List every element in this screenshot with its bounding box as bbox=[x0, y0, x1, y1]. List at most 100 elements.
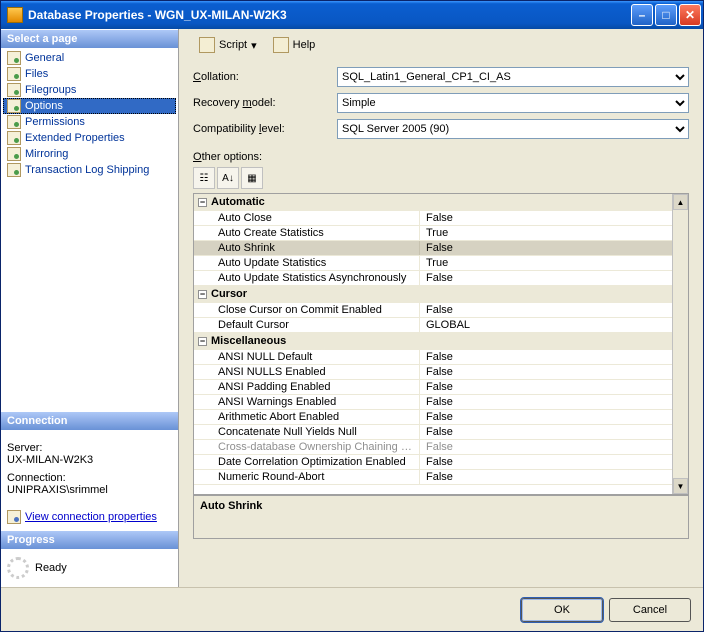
page-icon bbox=[7, 163, 21, 177]
property-row[interactable]: Numeric Round-AbortFalse bbox=[194, 470, 672, 485]
alphabetical-view-button[interactable]: A↓ bbox=[217, 167, 239, 189]
property-value[interactable]: False bbox=[420, 395, 672, 409]
collapse-icon[interactable]: − bbox=[198, 337, 207, 346]
minimize-button[interactable]: – bbox=[631, 4, 653, 26]
property-name: Auto Shrink bbox=[194, 241, 420, 255]
server-value: UX-MILAN-W2K3 bbox=[7, 454, 172, 466]
property-name: ANSI Padding Enabled bbox=[194, 380, 420, 394]
page-icon bbox=[7, 51, 21, 65]
window-title: Database Properties - WGN_UX-MILAN-W2K3 bbox=[28, 8, 287, 22]
sidebar-item-general[interactable]: General bbox=[3, 50, 176, 66]
sidebar-item-permissions[interactable]: Permissions bbox=[3, 114, 176, 130]
titlebar[interactable]: Database Properties - WGN_UX-MILAN-W2K3 … bbox=[1, 1, 703, 29]
right-panel: Script ▾ Help Collation: SQL_Latin1_Gene… bbox=[179, 29, 703, 587]
grid-view-toolbar: ☷ A↓ ▦ bbox=[179, 167, 703, 193]
property-name: Auto Close bbox=[194, 211, 420, 225]
sidebar-item-extended-properties[interactable]: Extended Properties bbox=[3, 130, 176, 146]
sidebar-item-filegroups[interactable]: Filegroups bbox=[3, 82, 176, 98]
property-row[interactable]: ANSI Warnings EnabledFalse bbox=[194, 395, 672, 410]
cancel-button[interactable]: Cancel bbox=[609, 598, 691, 622]
collation-select[interactable]: SQL_Latin1_General_CP1_CI_AS bbox=[337, 67, 689, 87]
compat-label: Compatibility level: bbox=[193, 123, 333, 135]
property-value[interactable]: True bbox=[420, 226, 672, 240]
progress-text: Ready bbox=[35, 562, 67, 574]
property-name: Date Correlation Optimization Enabled bbox=[194, 455, 420, 469]
close-button[interactable]: ✕ bbox=[679, 4, 701, 26]
property-value[interactable]: False bbox=[420, 440, 672, 454]
property-row[interactable]: Concatenate Null Yields NullFalse bbox=[194, 425, 672, 440]
property-name: Concatenate Null Yields Null bbox=[194, 425, 420, 439]
sidebar-item-options[interactable]: Options bbox=[3, 98, 176, 114]
category-label: Miscellaneous bbox=[211, 335, 286, 347]
sidebar-item-transaction-log-shipping[interactable]: Transaction Log Shipping bbox=[3, 162, 176, 178]
pages-header: Select a page bbox=[1, 29, 178, 48]
property-value[interactable]: False bbox=[420, 211, 672, 225]
sidebar-item-label: Extended Properties bbox=[25, 132, 125, 144]
property-row[interactable]: ANSI NULLS EnabledFalse bbox=[194, 365, 672, 380]
progress-body: Ready bbox=[1, 549, 178, 587]
scroll-up-button[interactable]: ▲ bbox=[673, 194, 688, 210]
property-value[interactable]: False bbox=[420, 410, 672, 424]
left-panel: Select a page GeneralFilesFilegroups Opti… bbox=[1, 29, 179, 587]
grid-scrollbar[interactable]: ▲ ▼ bbox=[672, 194, 688, 494]
property-value[interactable]: False bbox=[420, 271, 672, 285]
recovery-select[interactable]: Simple bbox=[337, 93, 689, 113]
property-row[interactable]: Default CursorGLOBAL bbox=[194, 318, 672, 333]
property-row[interactable]: Auto Update StatisticsTrue bbox=[194, 256, 672, 271]
property-value[interactable]: False bbox=[420, 350, 672, 364]
help-icon bbox=[273, 37, 289, 53]
progress-spinner-icon bbox=[7, 557, 29, 579]
property-value[interactable]: GLOBAL bbox=[420, 318, 672, 332]
property-row[interactable]: Auto Create StatisticsTrue bbox=[194, 226, 672, 241]
property-value[interactable]: False bbox=[420, 470, 672, 484]
script-button[interactable]: Script ▾ bbox=[195, 35, 261, 55]
scroll-down-button[interactable]: ▼ bbox=[673, 478, 688, 494]
category-label: Cursor bbox=[211, 288, 247, 300]
property-name: Default Cursor bbox=[194, 318, 420, 332]
maximize-button[interactable]: □ bbox=[655, 4, 677, 26]
property-row[interactable]: Auto ShrinkFalse bbox=[194, 241, 672, 256]
property-row[interactable]: Auto CloseFalse bbox=[194, 211, 672, 226]
property-grid-body[interactable]: −AutomaticAuto CloseFalseAuto Create Sta… bbox=[194, 194, 672, 494]
collapse-icon[interactable]: − bbox=[198, 290, 207, 299]
help-label: Help bbox=[293, 39, 316, 51]
category-cursor[interactable]: −Cursor bbox=[194, 286, 672, 303]
property-row[interactable]: Auto Update Statistics AsynchronouslyFal… bbox=[194, 271, 672, 286]
options-form: Collation: SQL_Latin1_General_CP1_CI_AS … bbox=[179, 61, 703, 139]
property-row[interactable]: ANSI Padding EnabledFalse bbox=[194, 380, 672, 395]
ok-button[interactable]: OK bbox=[521, 598, 603, 622]
toolbar: Script ▾ Help bbox=[179, 29, 703, 61]
property-row[interactable]: Cross-database Ownership Chaining Enable… bbox=[194, 440, 672, 455]
property-name: ANSI Warnings Enabled bbox=[194, 395, 420, 409]
categorized-view-button[interactable]: ☷ bbox=[193, 167, 215, 189]
property-description: Auto Shrink bbox=[193, 495, 689, 539]
category-miscellaneous[interactable]: −Miscellaneous bbox=[194, 333, 672, 350]
sidebar-item-files[interactable]: Files bbox=[3, 66, 176, 82]
sidebar-item-mirroring[interactable]: Mirroring bbox=[3, 146, 176, 162]
property-value[interactable]: False bbox=[420, 303, 672, 317]
sidebar-item-label: Options bbox=[25, 100, 63, 112]
property-row[interactable]: Arithmetic Abort EnabledFalse bbox=[194, 410, 672, 425]
help-button[interactable]: Help bbox=[269, 35, 320, 55]
property-value[interactable]: False bbox=[420, 380, 672, 394]
category-label: Automatic bbox=[211, 196, 265, 208]
property-row[interactable]: Close Cursor on Commit EnabledFalse bbox=[194, 303, 672, 318]
recovery-label: Recovery model: bbox=[193, 97, 333, 109]
property-name: Auto Update Statistics Asynchronously bbox=[194, 271, 420, 285]
page-icon bbox=[7, 131, 21, 145]
category-automatic[interactable]: −Automatic bbox=[194, 194, 672, 211]
property-value[interactable]: False bbox=[420, 241, 672, 255]
sidebar-item-label: Transaction Log Shipping bbox=[25, 164, 149, 176]
connection-link-text: View connection properties bbox=[25, 511, 157, 523]
property-value[interactable]: False bbox=[420, 365, 672, 379]
property-value[interactable]: True bbox=[420, 256, 672, 270]
collapse-icon[interactable]: − bbox=[198, 198, 207, 207]
property-value[interactable]: False bbox=[420, 425, 672, 439]
property-row[interactable]: Date Correlation Optimization EnabledFal… bbox=[194, 455, 672, 470]
sidebar-item-label: Permissions bbox=[25, 116, 85, 128]
property-pages-button[interactable]: ▦ bbox=[241, 167, 263, 189]
property-row[interactable]: ANSI NULL DefaultFalse bbox=[194, 350, 672, 365]
view-connection-properties-link[interactable]: View connection properties bbox=[1, 510, 178, 530]
property-value[interactable]: False bbox=[420, 455, 672, 469]
compat-select[interactable]: SQL Server 2005 (90) bbox=[337, 119, 689, 139]
